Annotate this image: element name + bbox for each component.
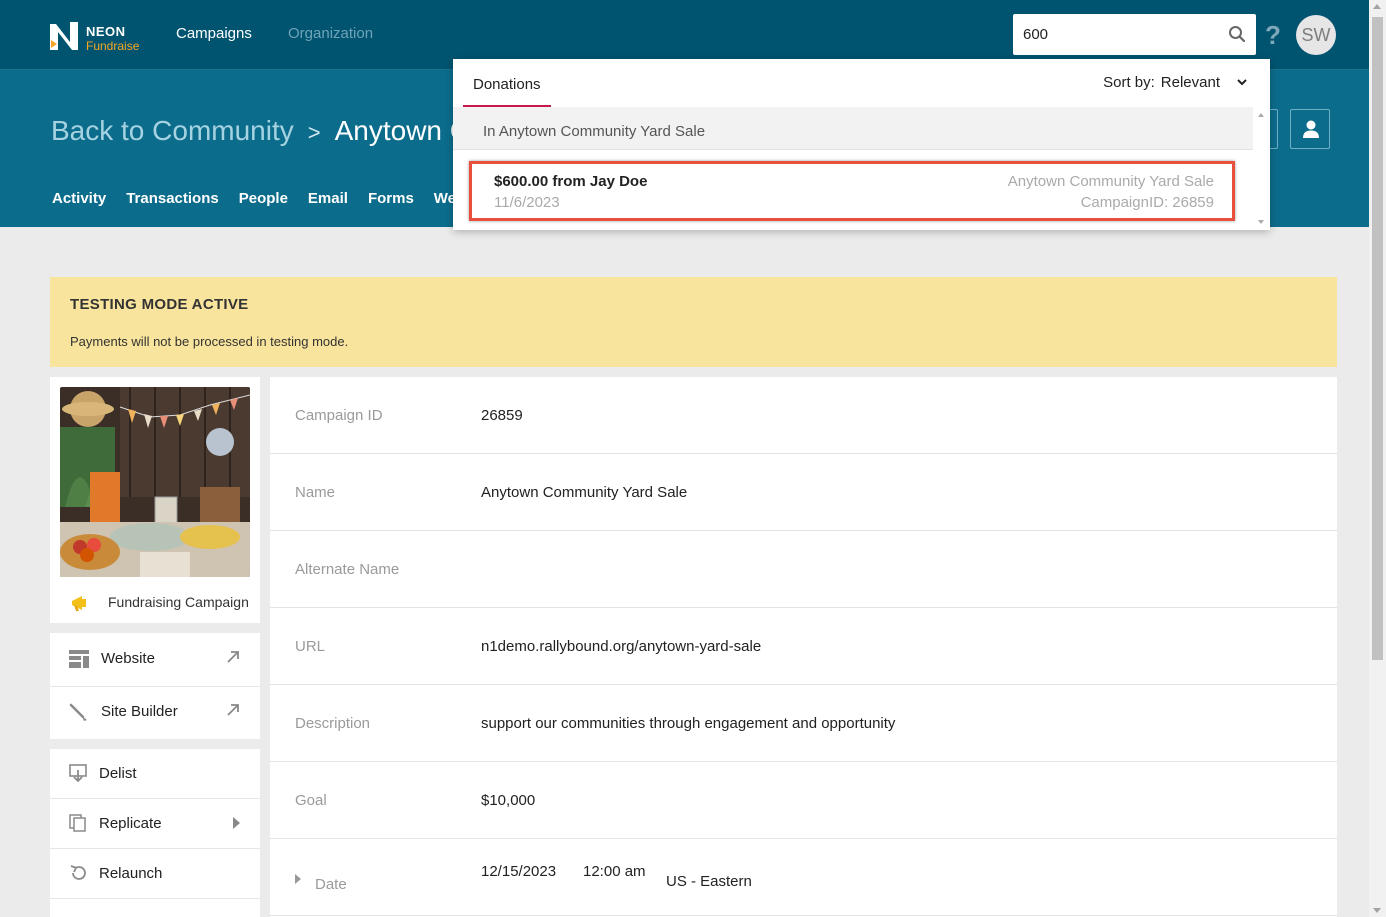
detail-row-url[interactable]: URL n1demo.rallybound.org/anytown-yard-s… [270,608,1337,685]
copy-icon [69,814,86,832]
breadcrumb-separator: > [307,120,321,145]
replicate-label: Replicate [99,815,162,832]
scroll-up-icon[interactable] [1258,113,1264,117]
external-link-arrow-icon [227,704,239,716]
result-date: 11/6/2023 [494,194,560,211]
detail-value: support our communities through engageme… [481,715,896,732]
tab-donations-label: Donations [473,76,541,93]
caret-right-icon[interactable] [295,874,301,884]
scrollbar-thumb[interactable] [1372,17,1383,660]
delist-label: Delist [99,765,137,782]
tab-forms[interactable]: Forms [368,190,414,207]
scroll-down-icon[interactable] [1373,908,1381,913]
banner-title: TESTING MODE ACTIVE [70,296,249,313]
logo-text-fundraise: Fundraise [86,39,140,53]
chevron-down-icon[interactable] [1236,77,1248,87]
delist-action[interactable]: Delist [50,749,260,799]
result-campaign-id: CampaignID: 26859 [1080,194,1214,211]
results-section-header: In Anytown Community Yard Sale [453,107,1253,150]
detail-value: $10,000 [481,792,536,809]
scroll-down-icon[interactable] [1258,220,1264,224]
detail-row-goal[interactable]: Goal $10,000 [270,762,1337,839]
detail-row-alternate-name[interactable]: Alternate Name [270,531,1337,608]
website-layout-icon [69,650,89,668]
yard-sale-photo-icon [60,387,250,577]
donation-result-item[interactable]: $600.00 from Jay Doe 11/6/2023 Anytown C… [469,161,1235,221]
date-value: 12/15/2023 [481,863,557,880]
testing-mode-banner: TESTING MODE ACTIVE Payments will not be… [50,277,1337,367]
result-campaign: Anytown Community Yard Sale [1007,173,1214,190]
detail-row-description[interactable]: Description support our communities thro… [270,685,1337,762]
search-icon[interactable] [1228,25,1246,43]
website-link[interactable]: Website [50,633,260,686]
detail-key: URL [295,638,326,655]
banner-text: Payments will not be processed in testin… [70,334,349,349]
detail-key: Campaign ID [295,407,383,424]
breadcrumb: Back to Community > Anytown C [51,115,470,147]
detail-key: Description [295,715,371,732]
search-results-dropdown: Donations Sort by: Relevant In Anytown Co… [453,59,1270,230]
detail-row-name[interactable]: Name Anytown Community Yard Sale [270,454,1337,531]
breadcrumb-current: Anytown C [334,115,471,146]
detail-value: 26859 [481,407,523,424]
campaign-photo [60,387,250,577]
detail-row-date[interactable]: Date 12/15/2023 12:00 am US - Eastern [270,839,1337,916]
person-icon [1303,120,1319,138]
campaign-actions-card: Delist Replicate Relaunch [50,749,260,917]
results-section-label: In Anytown Community Yard Sale [483,123,706,140]
global-search [1013,14,1256,55]
detail-key: Date [315,876,347,893]
sort-by-value: Relevant [1160,74,1220,91]
search-input[interactable] [1023,24,1213,44]
sort-by-label: Sort by: [1103,74,1155,91]
divider [50,898,260,899]
tab-email[interactable]: Email [308,190,348,207]
page-scrollbar[interactable] [1369,0,1386,917]
time-value: 12:00 am [583,863,646,880]
detail-value: Anytown Community Yard Sale [481,484,688,501]
nav-organization[interactable]: Organization [288,25,373,42]
campaign-details-panel: Campaign ID 26859 Name Anytown Community… [270,377,1337,917]
neon-fundraise-logo[interactable]: NEON Fundraise [48,20,148,54]
tab-transactions[interactable]: Transactions [126,190,219,207]
nav-campaigns[interactable]: Campaigns [176,25,252,42]
caret-right-icon [233,817,240,829]
relaunch-action[interactable]: Relaunch [50,849,260,899]
relaunch-label: Relaunch [99,865,163,882]
dropdown-scrollbar[interactable] [1253,107,1270,230]
delist-icon [69,764,87,782]
external-link-arrow-icon [227,651,239,663]
logo-text-neon: NEON [86,24,126,39]
user-avatar[interactable]: SW [1296,15,1336,55]
sort-by-select[interactable]: Sort by: Relevant [1103,74,1220,91]
detail-key: Name [295,484,336,501]
megaphone-icon [72,596,86,611]
detail-row-campaign-id: Campaign ID 26859 [270,377,1337,454]
breadcrumb-back-link[interactable]: Back to Community [51,115,294,146]
neon-logo-icon [50,22,78,50]
site-builder-label: Site Builder [101,703,178,720]
scroll-up-icon[interactable] [1373,4,1381,9]
campaign-image-card: Fundraising Campaign [50,377,260,623]
help-icon[interactable]: ? [1265,20,1281,51]
detail-value: n1demo.rallybound.org/anytown-yard-sale [481,638,762,655]
people-button[interactable] [1290,109,1330,149]
site-builder-link[interactable]: Site Builder [50,686,260,739]
tab-donations[interactable]: Donations [463,59,551,107]
tab-people[interactable]: People [239,190,288,207]
campaign-links-card: Website Site Builder [50,633,260,739]
detail-key: Goal [295,792,327,809]
result-title: $600.00 from Jay Doe [494,173,648,190]
relaunch-icon [70,865,86,880]
brush-icon [69,703,87,721]
timezone-value: US - Eastern [666,873,752,890]
replicate-action[interactable]: Replicate [50,799,260,849]
campaign-subnav: Activity Transactions People Email Forms We [52,190,476,207]
tab-activity[interactable]: Activity [52,190,106,207]
detail-key: Alternate Name [295,561,400,578]
campaign-type-label: Fundraising Campaign [108,594,249,610]
website-label: Website [101,650,155,667]
